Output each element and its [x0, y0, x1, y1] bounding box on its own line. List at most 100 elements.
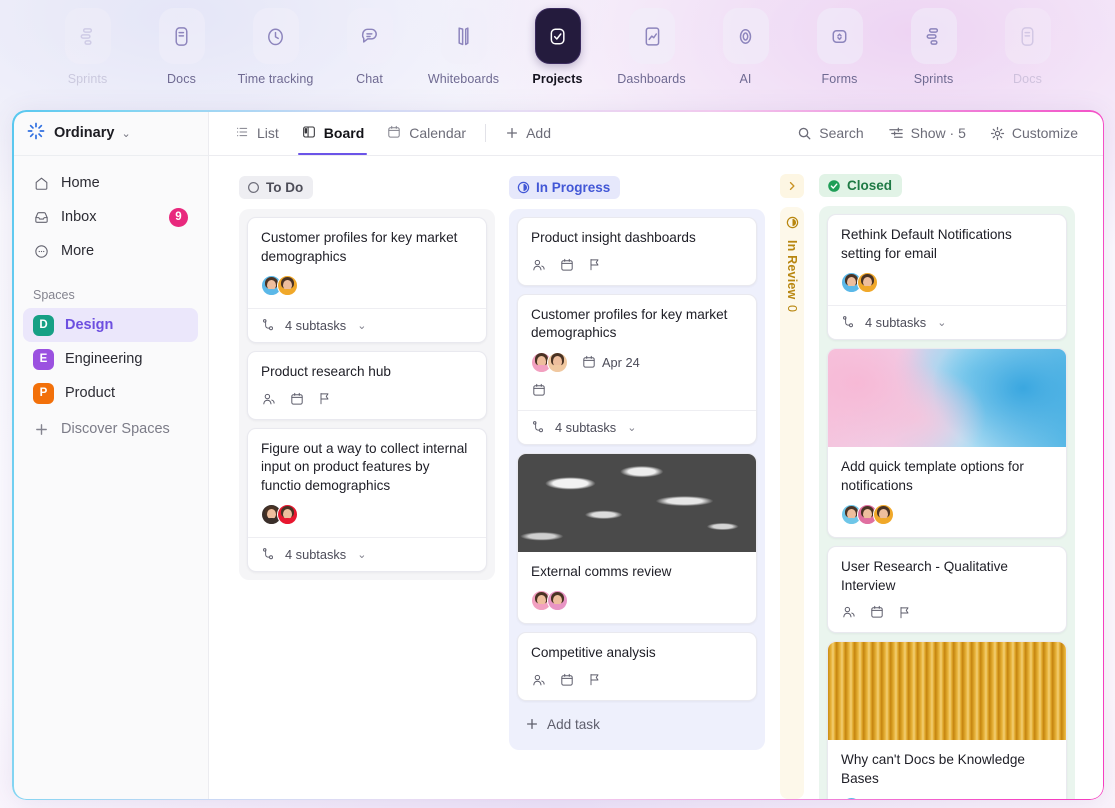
task-card[interactable]: Add quick template options for notificat…	[827, 348, 1067, 538]
column-header: In Progress	[509, 174, 765, 200]
nav-item-chat[interactable]: Chat	[323, 8, 417, 86]
space-item-product[interactable]: P Product	[23, 376, 198, 410]
task-card[interactable]: External comms review	[517, 452, 757, 624]
chevron-right-icon	[789, 181, 795, 191]
task-card[interactable]: Figure out a way to collect internal inp…	[247, 427, 487, 572]
assignee-icon[interactable]	[261, 391, 277, 407]
collapsed-column-body[interactable]: In Review 0	[780, 207, 804, 799]
column-body: Rethink Default Notifications setting fo…	[819, 206, 1075, 799]
task-card[interactable]: Customer profiles for key market demogra…	[517, 293, 757, 445]
dashboard-icon-tile	[628, 8, 675, 64]
flag-icon[interactable]	[587, 672, 602, 687]
calendar-icon[interactable]	[531, 382, 547, 398]
flag-icon[interactable]	[587, 257, 602, 272]
nav-item-dashboards[interactable]: Dashboards	[605, 8, 699, 86]
search-button[interactable]: Search	[788, 118, 872, 148]
inbox-badge: 9	[169, 207, 188, 227]
sidebar-item-inbox[interactable]: Inbox 9	[23, 200, 198, 234]
card-assignee-avatars[interactable]	[841, 272, 1053, 293]
calendar-icon	[386, 124, 402, 143]
nav-item-docs[interactable]: Docs	[135, 8, 229, 86]
card-content: Add quick template options for notificat…	[828, 447, 1066, 537]
column-status-pill[interactable]: Closed	[819, 174, 903, 197]
nav-item-time-tracking[interactable]: Time tracking	[229, 8, 323, 86]
list-icon	[234, 124, 250, 143]
nav-item-ai[interactable]: AI	[699, 8, 793, 86]
flag-icon[interactable]	[897, 605, 912, 620]
gear-icon	[990, 126, 1004, 140]
discover-spaces-button[interactable]: Discover Spaces	[23, 412, 198, 446]
sidebar-item-home[interactable]: Home	[23, 166, 198, 200]
plus-icon	[507, 127, 518, 139]
card-subtasks-bar[interactable]: 4 subtasks ⌄	[518, 409, 756, 444]
task-card[interactable]: Customer profiles for key market demogra…	[247, 217, 487, 343]
assignee-icon[interactable]	[841, 604, 857, 620]
tab-list[interactable]: List	[223, 111, 290, 155]
card-title: Rethink Default Notifications setting fo…	[841, 227, 1016, 261]
assignee-icon[interactable]	[531, 257, 547, 273]
sidebar-nav: Home Inbox 9 More	[13, 156, 208, 268]
task-card[interactable]: Rethink Default Notifications setting fo…	[827, 214, 1067, 340]
task-card[interactable]: User Research - Qualitative Interview	[827, 546, 1067, 633]
task-card[interactable]: Product insight dashboards	[517, 217, 757, 286]
docs-icon-tile	[1004, 8, 1051, 64]
card-subtasks-bar[interactable]: 4 subtasks ⌄	[248, 537, 486, 571]
calendar-icon[interactable]	[869, 604, 885, 620]
assignee-icon[interactable]	[531, 672, 547, 688]
customize-button[interactable]: Customize	[981, 118, 1087, 148]
card-assignee-avatars[interactable]	[841, 797, 1053, 799]
workspace-switcher[interactable]: Ordinary ⌄	[13, 111, 208, 156]
column-body: Customer profiles for key market demogra…	[239, 209, 495, 580]
card-subtasks-bar[interactable]: 4 subtasks ⌄	[248, 308, 486, 342]
column-title: To Do	[266, 179, 304, 195]
space-item-engineering[interactable]: E Engineering	[23, 342, 198, 376]
card-meta-icons	[841, 604, 1053, 620]
discover-spaces-label: Discover Spaces	[61, 421, 170, 437]
card-assignee-avatars[interactable]: Apr 24	[531, 351, 743, 373]
card-assignee-avatars[interactable]	[841, 504, 1053, 525]
clock-icon-tile	[252, 8, 299, 64]
card-cover-image	[518, 453, 756, 552]
clock-status-icon	[786, 216, 798, 229]
calendar-icon[interactable]	[289, 391, 305, 407]
expand-column-button[interactable]	[780, 174, 804, 198]
card-due-date[interactable]: Apr 24	[581, 354, 640, 370]
nav-item-docs-2[interactable]: Docs	[981, 8, 1075, 86]
forms-icon-tile	[816, 8, 863, 64]
nav-item-sprints[interactable]: Sprints	[41, 8, 135, 86]
nav-item-whiteboards[interactable]: Whiteboards	[417, 8, 511, 86]
task-card[interactable]: Product research hub	[247, 351, 487, 420]
tab-calendar[interactable]: Calendar	[375, 111, 477, 155]
nav-item-sprints-2[interactable]: Sprints	[887, 8, 981, 86]
card-assignee-avatars[interactable]	[531, 590, 743, 611]
card-content: External comms review	[518, 552, 756, 624]
task-card[interactable]: Competitive analysis	[517, 632, 757, 701]
card-assignee-avatars[interactable]	[261, 504, 473, 525]
tab-label: Calendar	[409, 125, 467, 141]
collapsed-column-label: In Review	[785, 240, 799, 300]
column-status-pill[interactable]: To Do	[239, 175, 314, 199]
check-circle-icon	[828, 179, 840, 192]
add-view-button[interactable]: Add	[496, 118, 560, 148]
space-item-design[interactable]: D Design	[23, 308, 198, 342]
avatar	[547, 590, 568, 611]
plus-icon	[526, 718, 538, 730]
tab-board[interactable]: Board	[290, 111, 375, 156]
calendar-icon[interactable]	[559, 257, 575, 273]
card-due-date-label: Apr 24	[602, 354, 640, 370]
card-meta-icons	[261, 391, 473, 407]
calendar-icon[interactable]	[559, 672, 575, 688]
add-task-button[interactable]: Add task	[517, 709, 757, 742]
home-icon	[33, 175, 50, 192]
card-subtasks-bar[interactable]: 4 subtasks ⌄	[828, 305, 1066, 339]
show-button[interactable]: Show · 5	[879, 118, 975, 148]
flag-icon[interactable]	[317, 391, 332, 406]
nav-item-projects[interactable]: Projects	[511, 8, 605, 86]
nav-item-forms[interactable]: Forms	[793, 8, 887, 86]
column-status-pill[interactable]: In Progress	[509, 175, 621, 199]
chevron-down-icon: ⌄	[121, 127, 131, 140]
card-assignee-avatars[interactable]	[261, 275, 473, 296]
sidebar-item-more[interactable]: More	[23, 234, 198, 268]
task-card[interactable]: Why can't Docs be Knowledge Bases	[827, 641, 1067, 799]
card-meta-icons	[531, 257, 743, 273]
